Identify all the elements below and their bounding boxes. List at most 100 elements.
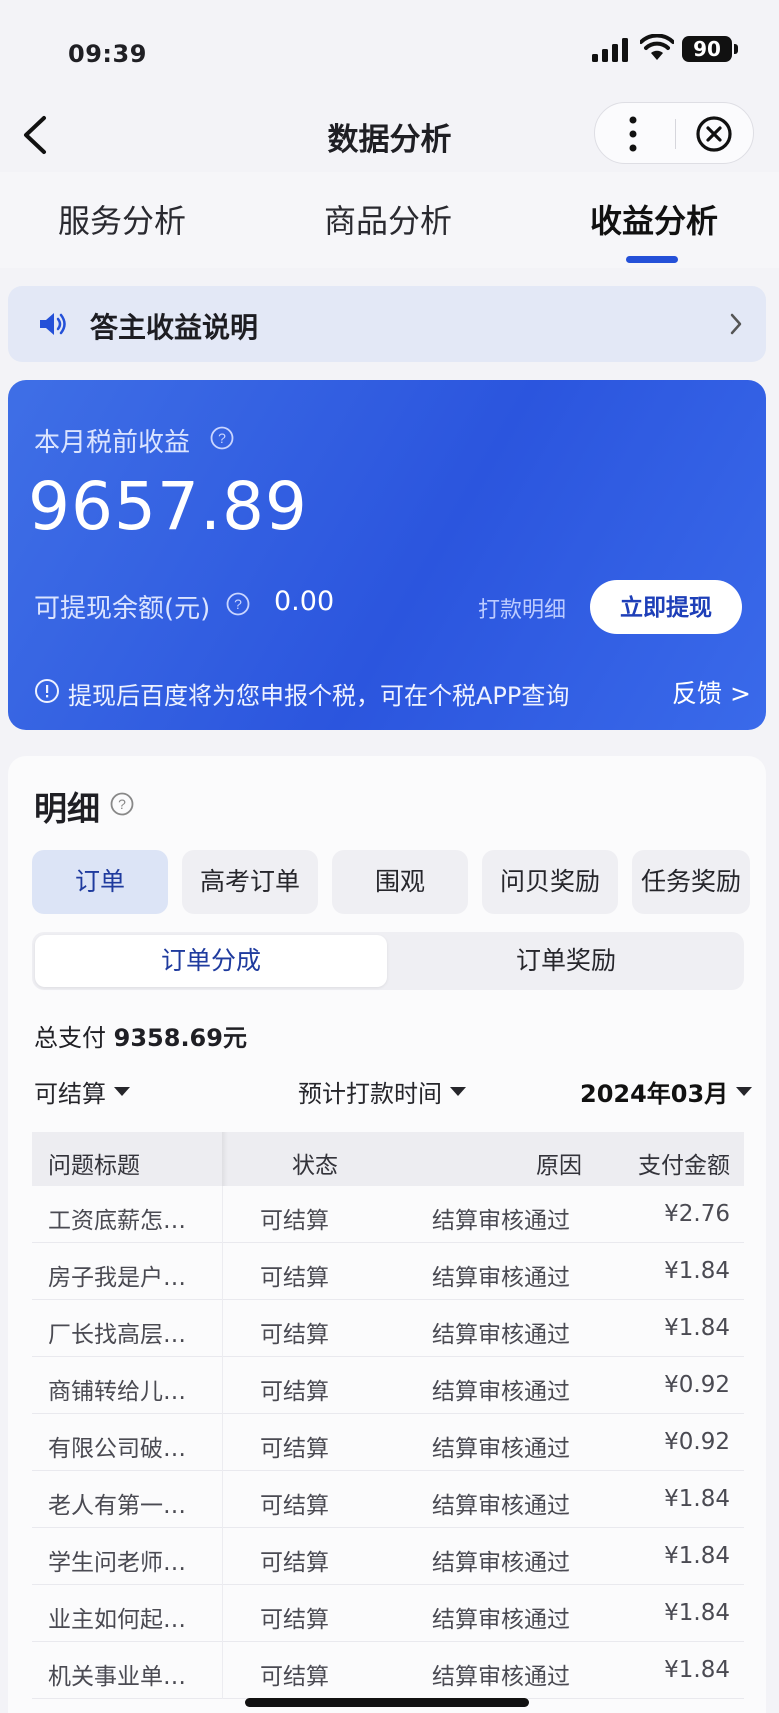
feedback-link[interactable]: 反馈 > bbox=[672, 674, 751, 710]
table-row[interactable]: 业主如何起… 可结算 结算审核通过 ¥1.84 bbox=[32, 1585, 744, 1642]
payment-detail-link[interactable]: 打款明细 bbox=[478, 592, 566, 624]
row-question-title: 业主如何起… bbox=[48, 1607, 186, 1633]
tab-income-analysis[interactable]: 收益分析 bbox=[590, 196, 718, 242]
total-value: 9358.69元 bbox=[113, 1024, 247, 1052]
row-reason: 结算审核通过 bbox=[432, 1379, 570, 1405]
chip-order[interactable]: 订单 bbox=[32, 850, 168, 914]
table-header: 问题标题 状态 原因 支付金额 bbox=[32, 1132, 744, 1186]
speaker-icon bbox=[40, 313, 66, 335]
month-pretax-label: 本月税前收益 bbox=[34, 428, 191, 458]
column-separator bbox=[222, 1585, 223, 1642]
row-question-title: 工资底薪怎… bbox=[48, 1208, 186, 1234]
row-amount: ¥1.84 bbox=[664, 1543, 730, 1569]
svg-text:?: ? bbox=[118, 796, 126, 812]
battery-icon: 90 bbox=[682, 36, 732, 62]
home-indicator[interactable] bbox=[245, 1698, 529, 1707]
table-row[interactable]: 老人有第一… 可结算 结算审核通过 ¥1.84 bbox=[32, 1471, 744, 1528]
tax-notice-text: 提现后百度将为您申报个税，可在个税APP查询 bbox=[68, 682, 570, 710]
order-segment-control: 订单分成 订单奖励 bbox=[32, 932, 744, 990]
analysis-tabs: 服务分析 商品分析 收益分析 bbox=[0, 172, 779, 268]
table-row[interactable]: 学生问老师… 可结算 结算审核通过 ¥1.84 bbox=[32, 1528, 744, 1585]
help-question-icon[interactable]: ? bbox=[210, 426, 234, 450]
column-separator bbox=[222, 1471, 223, 1528]
segment-order-share[interactable]: 订单分成 bbox=[35, 935, 387, 987]
row-reason: 结算审核通过 bbox=[432, 1664, 570, 1690]
chip-task-reward[interactable]: 任务奖励 bbox=[632, 850, 750, 914]
table-row[interactable]: 机关事业单… 可结算 结算审核通过 ¥1.84 bbox=[32, 1642, 744, 1699]
income-detail-table: 问题标题 状态 原因 支付金额 工资底薪怎… 可结算 结算审核通过 ¥2.76 房子我是… bbox=[32, 1132, 744, 1699]
row-status: 可结算 bbox=[260, 1436, 329, 1462]
row-question-title: 老人有第一… bbox=[48, 1493, 186, 1519]
table-row[interactable]: 工资底薪怎… 可结算 结算审核通过 ¥2.76 bbox=[32, 1186, 744, 1243]
earnings-card: 本月税前收益 ? 9657.89 可提现余额(元) ? 0.00 打款明细 立即… bbox=[8, 380, 766, 730]
withdraw-button[interactable]: 立即提现 bbox=[590, 580, 742, 634]
row-question-title: 学生问老师… bbox=[48, 1550, 186, 1576]
caret-down-icon bbox=[736, 1087, 753, 1096]
row-question-title: 厂长找高层… bbox=[48, 1322, 186, 1348]
column-separator bbox=[222, 1642, 223, 1699]
col-amount: 支付金额 bbox=[638, 1153, 730, 1179]
help-question-icon[interactable]: ? bbox=[226, 592, 250, 616]
table-row[interactable]: 有限公司破… 可结算 结算审核通过 ¥0.92 bbox=[32, 1414, 744, 1471]
row-status: 可结算 bbox=[260, 1208, 329, 1234]
row-amount: ¥0.92 bbox=[664, 1429, 730, 1455]
table-row[interactable]: 商铺转给儿… 可结算 结算审核通过 ¥0.92 bbox=[32, 1357, 744, 1414]
help-question-icon[interactable]: ? bbox=[110, 792, 134, 816]
row-question-title: 商铺转给儿… bbox=[48, 1379, 186, 1405]
row-amount: ¥1.84 bbox=[664, 1315, 730, 1341]
detail-title: 明细 bbox=[34, 789, 100, 828]
settle-filter-label: 可结算 bbox=[34, 1080, 106, 1108]
withdrawable-value: 0.00 bbox=[274, 586, 335, 617]
svg-text:?: ? bbox=[218, 430, 226, 446]
row-status: 可结算 bbox=[260, 1664, 329, 1690]
column-separator bbox=[222, 1528, 223, 1585]
row-amount: ¥1.84 bbox=[664, 1600, 730, 1626]
more-dots-icon[interactable] bbox=[623, 115, 643, 153]
income-notice-bar[interactable]: 答主收益说明 bbox=[8, 286, 766, 362]
pay-time-filter-label: 预计打款时间 bbox=[298, 1080, 442, 1108]
detail-panel: 明细 ? 订单 高考订单 围观 问贝奖励 任务奖励 订单分成 订单奖励 总支付 … bbox=[8, 756, 766, 1713]
pretax-amount: 9657.89 bbox=[28, 468, 308, 545]
chip-wenbei-reward[interactable]: 问贝奖励 bbox=[482, 850, 618, 914]
capsule-divider bbox=[675, 119, 676, 149]
col-status: 状态 bbox=[292, 1153, 338, 1179]
row-status: 可结算 bbox=[260, 1379, 329, 1405]
row-status: 可结算 bbox=[260, 1265, 329, 1291]
tab-goods-analysis[interactable]: 商品分析 bbox=[324, 196, 452, 242]
row-amount: ¥1.84 bbox=[664, 1486, 730, 1512]
row-amount: ¥0.92 bbox=[664, 1372, 730, 1398]
tab-service-analysis[interactable]: 服务分析 bbox=[58, 196, 186, 242]
battery-nub bbox=[734, 44, 738, 54]
column-separator bbox=[222, 1357, 223, 1414]
chip-spectate[interactable]: 围观 bbox=[332, 850, 468, 914]
nav-bar: 数据分析 bbox=[0, 100, 779, 172]
table-row[interactable]: 房子我是户… 可结算 结算审核通过 ¥1.84 bbox=[32, 1243, 744, 1300]
col-question-title: 问题标题 bbox=[48, 1153, 140, 1179]
row-status: 可结算 bbox=[260, 1493, 329, 1519]
chip-gaokao-order[interactable]: 高考订单 bbox=[182, 850, 318, 914]
row-question-title: 房子我是户… bbox=[48, 1265, 186, 1291]
row-question-title: 机关事业单… bbox=[48, 1664, 186, 1690]
close-circle-icon[interactable] bbox=[695, 115, 733, 153]
mini-program-capsule bbox=[594, 102, 754, 164]
month-filter-label: 2024年03月 bbox=[580, 1080, 729, 1108]
row-reason: 结算审核通过 bbox=[432, 1550, 570, 1576]
segment-order-reward[interactable]: 订单奖励 bbox=[390, 935, 742, 987]
wifi-icon bbox=[640, 34, 674, 60]
pay-time-filter-dropdown[interactable]: 预计打款时间 bbox=[298, 1074, 466, 1109]
settle-filter-dropdown[interactable]: 可结算 bbox=[34, 1074, 130, 1109]
row-reason: 结算审核通过 bbox=[432, 1208, 570, 1234]
table-row[interactable]: 厂长找高层… 可结算 结算审核通过 ¥1.84 bbox=[32, 1300, 744, 1357]
status-time: 09:39 bbox=[68, 40, 147, 68]
row-status: 可结算 bbox=[260, 1550, 329, 1576]
row-amount: ¥2.76 bbox=[664, 1201, 730, 1227]
caret-down-icon bbox=[450, 1087, 466, 1096]
info-exclamation-icon bbox=[35, 679, 59, 703]
caret-down-icon bbox=[114, 1087, 130, 1096]
row-reason: 结算审核通过 bbox=[432, 1322, 570, 1348]
row-question-title: 有限公司破… bbox=[48, 1436, 186, 1462]
notice-label: 答主收益说明 bbox=[90, 311, 259, 344]
row-reason: 结算审核通过 bbox=[432, 1265, 570, 1291]
column-separator bbox=[222, 1186, 223, 1243]
month-filter-dropdown[interactable]: 2024年03月 bbox=[580, 1074, 753, 1109]
